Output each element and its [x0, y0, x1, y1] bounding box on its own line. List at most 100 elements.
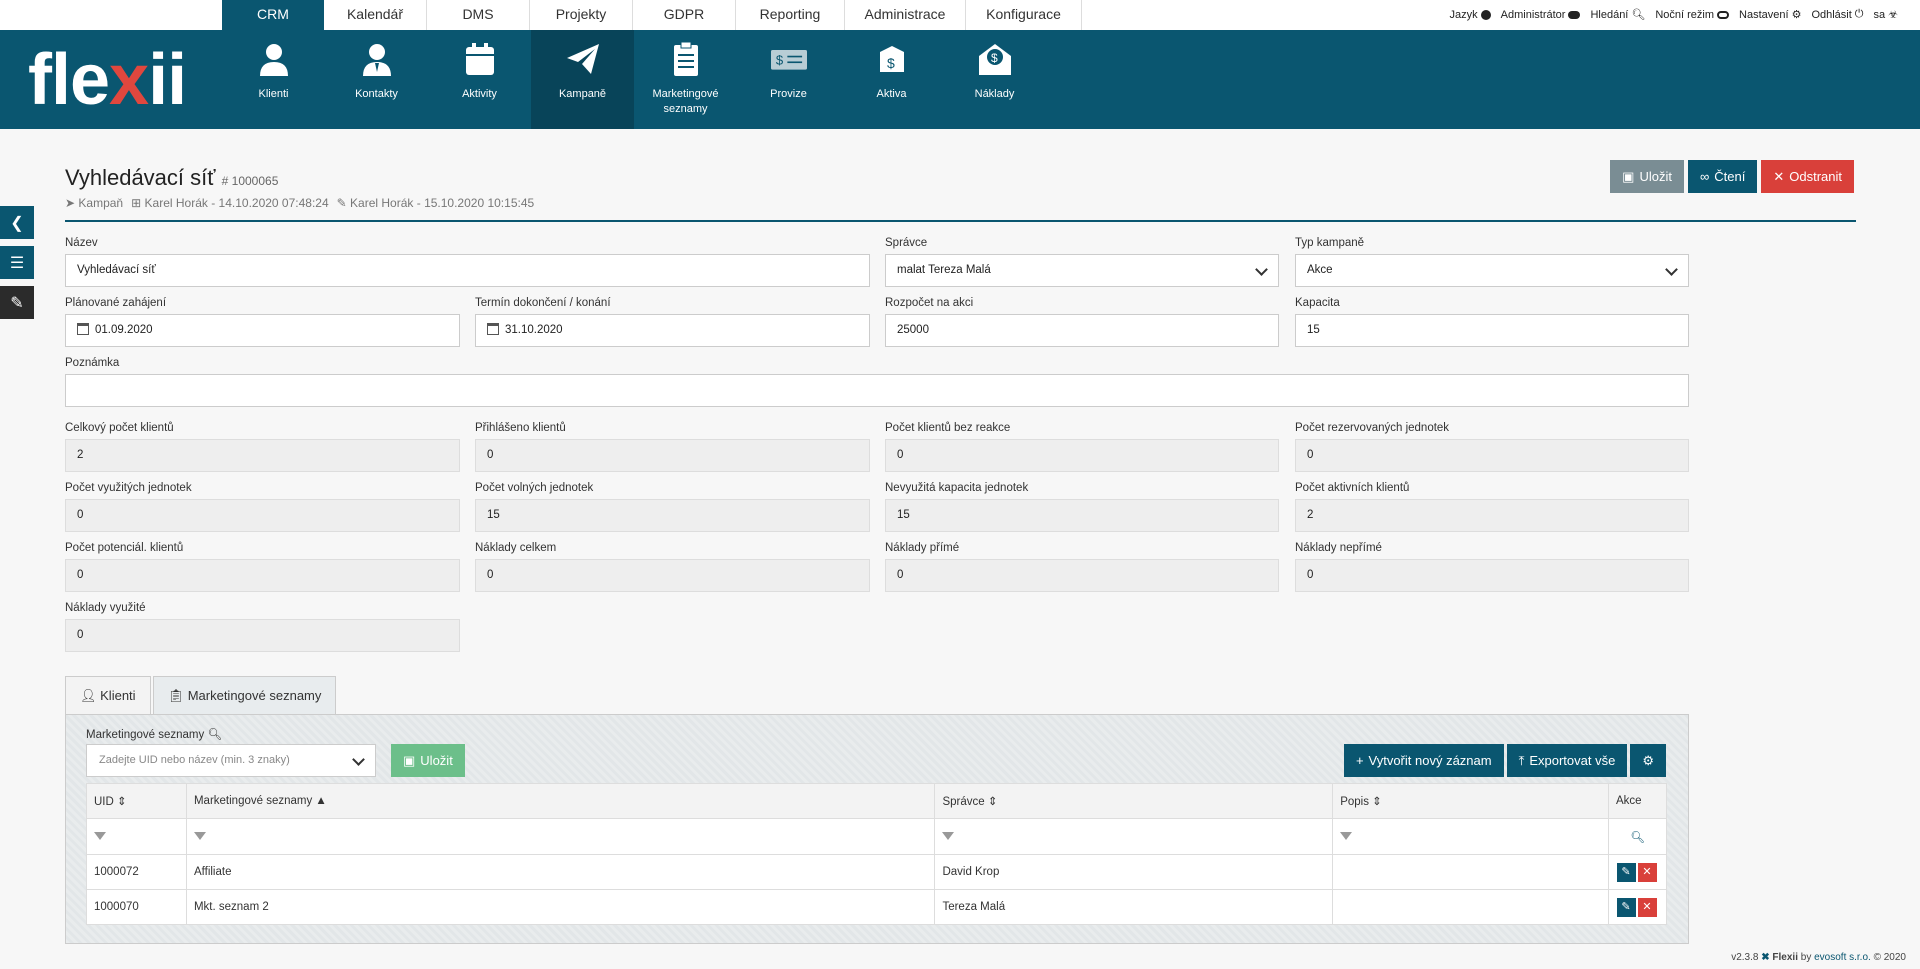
list-icon: ☰: [9, 254, 25, 272]
tab-klienti[interactable]: 👤︎ Klienti: [65, 676, 151, 715]
stat-value: 0: [475, 559, 870, 592]
zahajeni-input[interactable]: 01.09.2020: [65, 314, 460, 347]
tab-marketingove-seznamy[interactable]: 📋︎ Marketingové seznamy: [152, 676, 337, 715]
nav-aktivity[interactable]: Aktivity: [428, 30, 531, 129]
logout-link[interactable]: Odhlásit ⏻: [1811, 8, 1863, 21]
ml-search-select[interactable]: Zadejte UID nebo název (min. 3 znaky): [86, 744, 376, 777]
cell-uid: 1000072: [86, 854, 187, 890]
delete-row-button[interactable]: ✕: [1637, 862, 1657, 882]
nazev-input[interactable]: Vyhledávací síť: [65, 254, 870, 287]
delete-row-button[interactable]: ✕: [1637, 897, 1657, 917]
language-menu[interactable]: Jazyk: [1450, 8, 1491, 21]
ml-save-label: Uložit: [420, 753, 453, 768]
col-uid[interactable]: UID ⇕: [86, 783, 187, 819]
zahajeni-label: Plánované zahájení: [65, 297, 167, 309]
grid-settings-button[interactable]: ⚙: [1630, 744, 1666, 777]
user-label: sa: [1873, 8, 1886, 21]
table-row[interactable]: 1000070 Mkt. seznam 2 Tereza Malá ✎ ✕: [86, 889, 1667, 925]
nav-provize[interactable]: $ Provize: [737, 30, 840, 129]
read-button[interactable]: ∞ Čtení: [1687, 160, 1758, 193]
nav-naklady[interactable]: $ Náklady: [943, 30, 1046, 129]
settings-link[interactable]: Nastavení ⚙: [1739, 8, 1801, 22]
title-text: Vyhledávací síť: [65, 165, 216, 190]
tab-projekty[interactable]: Projekty: [530, 0, 633, 30]
back-button[interactable]: ❮: [0, 206, 34, 239]
ml-label-text: Marketingové seznamy: [86, 729, 205, 741]
termin-input[interactable]: 31.10.2020: [475, 314, 870, 347]
filter-uid[interactable]: [86, 818, 187, 855]
cell-spravce: Tereza Malá: [934, 889, 1334, 925]
search-icon: 🔍︎: [207, 729, 223, 741]
sort-icon: ⇕: [987, 796, 998, 808]
poznamka-input[interactable]: [65, 374, 1689, 407]
col-label: UID: [94, 796, 114, 808]
filter-nazev[interactable]: [185, 818, 936, 855]
delete-button[interactable]: ✕ Odstranit: [1761, 160, 1854, 193]
record-type-label: Kampaň: [78, 196, 124, 210]
spravce-select[interactable]: malat Tereza Malá: [885, 254, 1279, 287]
tab-gdpr[interactable]: GDPR: [633, 0, 736, 30]
filter-row: 🔍︎: [86, 818, 1667, 855]
tab-label: Klienti: [100, 688, 136, 703]
edit-button[interactable]: ✎: [0, 286, 34, 319]
edit-row-button[interactable]: ✎: [1616, 862, 1636, 882]
tab-konfigurace[interactable]: Konfigurace: [966, 0, 1082, 30]
table-row[interactable]: 1000072 Affiliate David Krop ✎ ✕: [86, 854, 1667, 890]
search-link[interactable]: Hledání 🔍︎: [1590, 8, 1645, 22]
stat-label: Počet rezervovaných jednotek: [1295, 422, 1450, 434]
create-label: Vytvořit nový záznam: [1368, 753, 1492, 768]
night-mode-toggle[interactable]: Noční režim: [1655, 8, 1730, 21]
tab-administrace[interactable]: Administrace: [845, 0, 966, 30]
col-spravce[interactable]: Správce ⇕: [934, 783, 1334, 819]
list-button[interactable]: ☰: [0, 246, 34, 279]
filter-popis[interactable]: [1332, 818, 1609, 855]
export-all-button[interactable]: ⤒ Exportovat vše: [1506, 744, 1628, 777]
paper-plane-icon: [566, 44, 599, 74]
tab-dms[interactable]: DMS: [427, 0, 530, 30]
nav-marketingove-seznamy[interactable]: Marketingové seznamy: [634, 30, 737, 129]
version-number: v2.3.8: [1731, 952, 1759, 963]
nav-kontakty[interactable]: Kontakty: [325, 30, 428, 129]
app-name: Flexii: [1772, 952, 1798, 963]
modified-label: Karel Horák - 15.10.2020 10:15:45: [350, 196, 535, 210]
logo-text-start: fle: [28, 40, 110, 120]
cell-spravce: David Krop: [934, 854, 1334, 890]
user-name[interactable]: sa ☣: [1873, 8, 1899, 22]
flexii-logo[interactable]: flexii: [28, 44, 187, 116]
header-actions: ▣ Uložit ∞ Čtení ✕ Odstranit: [1610, 160, 1854, 193]
col-nazev[interactable]: Marketingové seznamy ▲: [185, 783, 936, 819]
ml-placeholder: Zadejte UID nebo název (min. 3 znaky): [99, 754, 290, 766]
ml-save-button[interactable]: ▣ Uložit: [391, 744, 465, 777]
kapacita-input[interactable]: 15: [1295, 314, 1689, 347]
rozpocet-input[interactable]: 25000: [885, 314, 1279, 347]
nav-klienti[interactable]: Klienti: [222, 30, 325, 129]
plus-icon: +: [1355, 753, 1364, 768]
edit-row-button[interactable]: ✎: [1616, 897, 1636, 917]
cell-nazev: Affiliate: [185, 854, 936, 890]
nav-kampane[interactable]: Kampaně: [531, 30, 634, 129]
role-toggle[interactable]: Administrátor: [1501, 8, 1581, 21]
delete-label: Odstranit: [1789, 169, 1842, 184]
ml-search-label: Marketingové seznamy 🔍︎: [86, 727, 222, 741]
chevron-down-icon: [1665, 263, 1678, 276]
company-link[interactable]: evosoft s.r.o.: [1814, 952, 1871, 963]
tab-crm[interactable]: CRM: [222, 0, 324, 30]
col-label: Akce: [1616, 795, 1642, 807]
filter-search-button[interactable]: 🔍︎: [1608, 818, 1667, 855]
filter-spravce[interactable]: [934, 818, 1334, 855]
record-id: # 1000065: [221, 174, 279, 188]
page-title: Vyhledávací síť # 1000065: [65, 165, 278, 191]
cell-uid: 1000070: [86, 889, 187, 925]
tab-reporting[interactable]: Reporting: [736, 0, 845, 30]
stat-label: Náklady nepřímé: [1295, 542, 1382, 554]
nav-aktiva[interactable]: $ Aktiva: [840, 30, 943, 129]
col-popis[interactable]: Popis ⇕: [1332, 783, 1609, 819]
create-record-button[interactable]: + Vytvořit nový záznam: [1343, 744, 1504, 777]
logout-label: Odhlásit: [1811, 8, 1852, 21]
stat-label: Počet volných jednotek: [475, 482, 594, 494]
save-button[interactable]: ▣ Uložit: [1610, 160, 1684, 193]
tab-kalendar[interactable]: Kalendář: [324, 0, 427, 30]
nav-label: Klienti: [258, 88, 289, 100]
stat-label: Náklady využité: [65, 602, 146, 614]
typ-select[interactable]: Akce: [1295, 254, 1689, 287]
